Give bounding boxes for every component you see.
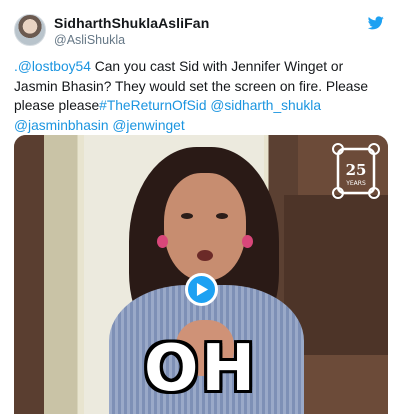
hashtag-link[interactable]: #TheReturnOfSid <box>99 98 206 113</box>
tweet-card: SidharthShuklaAsliFan @AsliShukla .@lost… <box>0 0 400 414</box>
author-handle[interactable]: @AsliShukla <box>54 33 125 47</box>
avatar[interactable] <box>14 14 46 46</box>
gif-person-eye <box>216 213 228 219</box>
gif-person-eye <box>181 213 193 219</box>
play-icon <box>196 283 209 296</box>
mention-link[interactable]: .@lostboy54 <box>14 59 91 74</box>
gif-media[interactable]: 25 YEARS OH <box>14 135 388 414</box>
gif-caption: OH <box>144 332 258 406</box>
gif-person-face <box>164 173 246 281</box>
gif-person-mouth <box>197 250 213 261</box>
author-display-name[interactable]: SidharthShuklaAsliFan <box>54 15 209 31</box>
mention-link[interactable]: @sidharth_shukla <box>210 98 321 113</box>
tweet-text: .@lostboy54 Can you cast Sid with Jennif… <box>14 57 388 135</box>
badge-subtext: YEARS <box>345 180 366 187</box>
mention-link[interactable]: @jenwinget <box>112 118 184 133</box>
tweet-header: SidharthShuklaAsliFan @AsliShukla <box>14 14 386 48</box>
mention-link[interactable]: @jasminbhasin <box>14 118 109 133</box>
badge-number: 25 <box>346 161 367 179</box>
play-button[interactable] <box>185 273 218 306</box>
friends-25-years-badge: 25 YEARS <box>332 143 380 199</box>
gif-earring <box>242 235 253 248</box>
gif-earring <box>157 235 168 248</box>
twitter-bird-icon[interactable] <box>368 16 384 30</box>
